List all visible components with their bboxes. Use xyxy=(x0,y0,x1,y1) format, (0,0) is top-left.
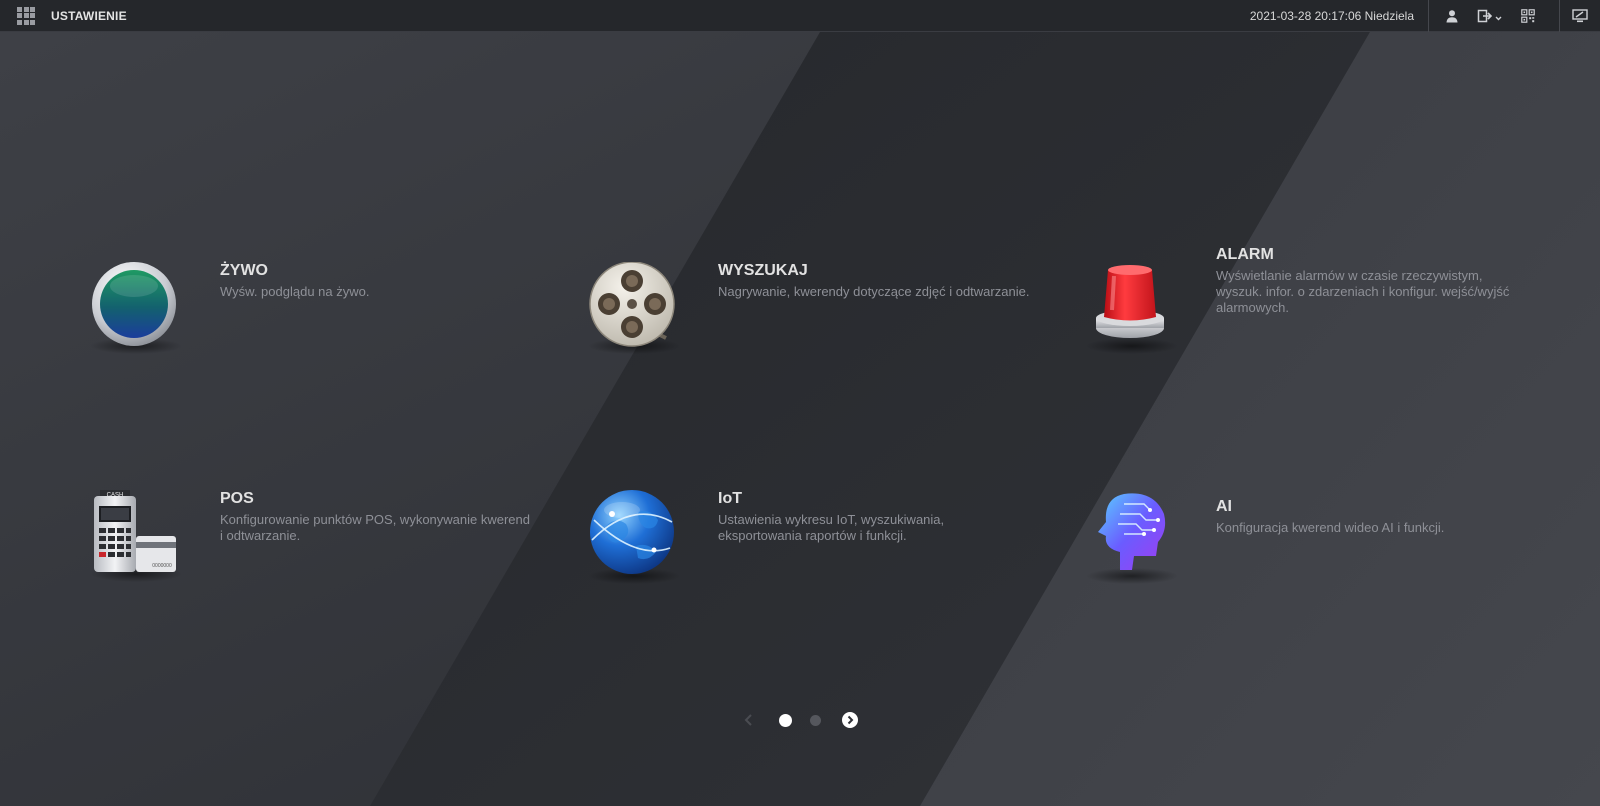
tile-live-desc: Wyśw. podglądu na żywo. xyxy=(220,284,369,300)
tile-iot[interactable]: IoT Ustawienia wykresu IoT, wyszukiwania… xyxy=(586,490,944,590)
logout-icon[interactable] xyxy=(1469,0,1511,32)
menu-grid-icon[interactable] xyxy=(17,6,35,25)
tile-alarm[interactable]: ALARM Wyświetlanie alarmów w czasie rzec… xyxy=(1084,246,1509,362)
tile-iot-desc-line: Ustawienia wykresu IoT, wyszukiwania, xyxy=(718,512,945,527)
top-bar: USTAWIENIE 2021-03-28 20:17:06 Niedziela xyxy=(0,0,1600,32)
film-reel-icon xyxy=(586,262,682,362)
tile-pos-desc-line: i odtwarzanie. xyxy=(220,528,301,543)
tile-alarm-desc-line: alarmowych. xyxy=(1216,300,1289,315)
cash-register-icon: CASH 0000000 xyxy=(88,490,184,590)
next-page-button[interactable] xyxy=(842,712,858,728)
prev-page-icon[interactable] xyxy=(742,713,756,727)
chevron-right-icon xyxy=(847,715,854,725)
ai-head-icon xyxy=(1084,490,1180,590)
tile-live-desc-line: Wyśw. podglądu na żywo. xyxy=(220,284,370,299)
tile-iot-desc: Ustawienia wykresu IoT, wyszukiwania, ek… xyxy=(718,512,944,544)
tile-alarm-desc: Wyświetlanie alarmów w czasie rzeczywist… xyxy=(1216,268,1509,316)
page-dot-2[interactable] xyxy=(810,714,821,726)
tile-live-title: ŻYWO xyxy=(220,262,268,279)
tile-pos-desc: Konfigurowanie punktów POS, wykonywanie … xyxy=(220,512,530,544)
tile-pos-title: POS xyxy=(220,490,254,507)
top-bar-right: 2021-03-28 20:17:06 Niedziela xyxy=(1250,0,1600,32)
page-dot-1[interactable] xyxy=(779,713,792,727)
tile-pos[interactable]: CASH 0000000 POS Konfigurowanie punktów … xyxy=(88,490,530,590)
tile-alarm-desc-line: wyszuk. infor. o zdarzeniach i konfigur.… xyxy=(1216,284,1510,299)
tile-alarm-title: ALARM xyxy=(1216,246,1274,263)
monitor-icon[interactable] xyxy=(1560,0,1600,32)
globe-icon xyxy=(586,490,682,590)
page-title: USTAWIENIE xyxy=(51,8,127,23)
alarm-siren-icon xyxy=(1084,262,1180,362)
tile-iot-title: IoT xyxy=(718,490,742,507)
tile-ai-title: AI xyxy=(1216,498,1232,515)
pos-card-number: 0000000 xyxy=(152,563,172,569)
tile-ai[interactable]: AI Konfiguracja kwerend wideo AI i funkc… xyxy=(1084,490,1444,590)
tile-ai-desc: Konfiguracja kwerend wideo AI i funkcji. xyxy=(1216,520,1444,536)
tile-iot-desc-line: eksportowania raportów i funkcji. xyxy=(718,528,907,543)
tile-pos-desc-line: Konfigurowanie punktów POS, wykonywanie … xyxy=(220,512,531,527)
tile-search-title: WYSZUKAJ xyxy=(718,262,808,279)
qr-code-icon[interactable] xyxy=(1511,0,1545,32)
pagination xyxy=(742,712,858,728)
background-decoration xyxy=(0,32,1600,806)
user-icon[interactable] xyxy=(1435,0,1469,32)
tile-live[interactable]: ŻYWO Wyśw. podglądu na żywo. xyxy=(88,262,369,362)
tile-search-desc: Nagrywanie, kwerendy dotyczące zdjęć i o… xyxy=(718,284,1029,300)
live-lens-icon xyxy=(88,262,184,362)
system-datetime: 2021-03-28 20:17:06 Niedziela xyxy=(1250,0,1429,32)
tile-search[interactable]: WYSZUKAJ Nagrywanie, kwerendy dotyczące … xyxy=(586,262,1029,362)
tile-ai-desc-line: Konfiguracja kwerend wideo AI i funkcji. xyxy=(1216,520,1445,535)
tile-alarm-desc-line: Wyświetlanie alarmów w czasie rzeczywist… xyxy=(1216,268,1483,283)
tile-search-desc-line: Nagrywanie, kwerendy dotyczące zdjęć i o… xyxy=(718,284,1030,299)
